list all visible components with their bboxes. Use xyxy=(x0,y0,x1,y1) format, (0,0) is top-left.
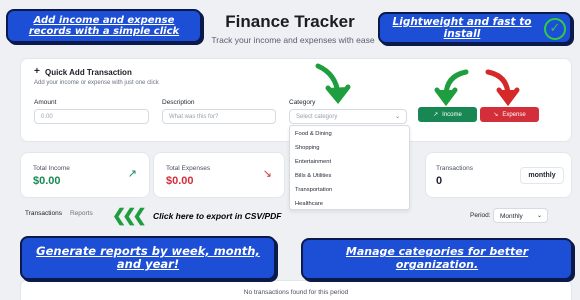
total-expenses-label: Total Expenses xyxy=(166,165,211,172)
income-button-label: Income xyxy=(442,111,462,118)
category-select-value: Select category xyxy=(296,114,338,120)
chevron-down-icon: ⌄ xyxy=(536,213,542,219)
category-select[interactable]: Select category ⌄ xyxy=(289,109,407,124)
tab-reports[interactable]: Reports xyxy=(70,210,93,224)
trend-up-icon: ↗ xyxy=(127,168,137,180)
trend-down-icon: ↘ xyxy=(493,112,499,118)
period-select-value: Monthly xyxy=(500,213,523,220)
empty-state-message: No transactions found for this period xyxy=(243,289,349,296)
total-income-card: Total Income $0.00 ↗ xyxy=(20,152,150,198)
chevron-down-icon: ⌄ xyxy=(394,114,400,120)
period-select[interactable]: Monthly ⌄ xyxy=(493,208,548,223)
callout-categories-text: Manage categories for better organizatio… xyxy=(345,245,529,271)
expense-button-label: Expense xyxy=(502,111,526,118)
tab-transactions[interactable]: Transactions xyxy=(25,210,62,224)
category-option[interactable]: Shopping xyxy=(295,145,320,151)
category-option[interactable]: Bills & Utilities xyxy=(295,173,331,179)
frequency-chip[interactable]: monthly xyxy=(520,167,564,184)
callout-reports: Generate reports by week, month, and yea… xyxy=(20,236,276,280)
callout-reports-text: Generate reports by week, month, and yea… xyxy=(36,243,260,271)
total-expenses-value: $0.00 xyxy=(166,175,194,187)
amount-label: Amount xyxy=(34,99,57,106)
callout-categories: Manage categories for better organizatio… xyxy=(301,238,573,280)
quick-add-title: Quick Add Transaction xyxy=(34,68,132,77)
category-option[interactable]: Transportation xyxy=(295,187,332,193)
category-option[interactable]: Healthcare xyxy=(295,201,323,207)
category-dropdown: Food & Dining Shopping Entertainment Bil… xyxy=(289,125,410,210)
page-subtitle: Track your income and expenses with ease xyxy=(211,35,375,45)
total-expenses-card: Total Expenses $0.00 ↘ xyxy=(153,152,285,198)
quick-add-title-text: Quick Add Transaction xyxy=(45,68,132,77)
period-label: Period: xyxy=(470,212,491,219)
description-input[interactable]: What was this for? xyxy=(162,109,276,124)
transactions-value: 0 xyxy=(436,175,443,187)
total-income-label: Total Income xyxy=(33,165,70,172)
description-label: Description xyxy=(162,99,195,106)
category-label: Category xyxy=(289,99,316,106)
quick-add-subtitle: Add your income or expense with just one… xyxy=(34,80,159,86)
transactions-list: No transactions found for this period xyxy=(20,280,572,300)
transactions-card: Transactions 0 monthly xyxy=(425,152,572,198)
expense-button[interactable]: ↘ Expense xyxy=(480,107,539,122)
export-arrows-icon: ❮❮❮ xyxy=(112,206,147,225)
amount-input[interactable]: 0.00 xyxy=(34,109,149,124)
category-option[interactable]: Entertainment xyxy=(295,159,331,165)
total-income-value: $0.00 xyxy=(33,175,61,187)
trend-down-icon: ↘ xyxy=(262,168,272,180)
income-button[interactable]: ↗ Income xyxy=(418,107,477,122)
category-option[interactable]: Food & Dining xyxy=(295,131,332,137)
trend-up-icon: ↗ xyxy=(433,112,439,118)
export-hint: Click here to export in CSV/PDF xyxy=(153,211,282,221)
view-tabs: Transactions Reports xyxy=(25,210,93,224)
page-title: Finance Tracker xyxy=(225,12,355,31)
transactions-label: Transactions xyxy=(436,165,473,172)
